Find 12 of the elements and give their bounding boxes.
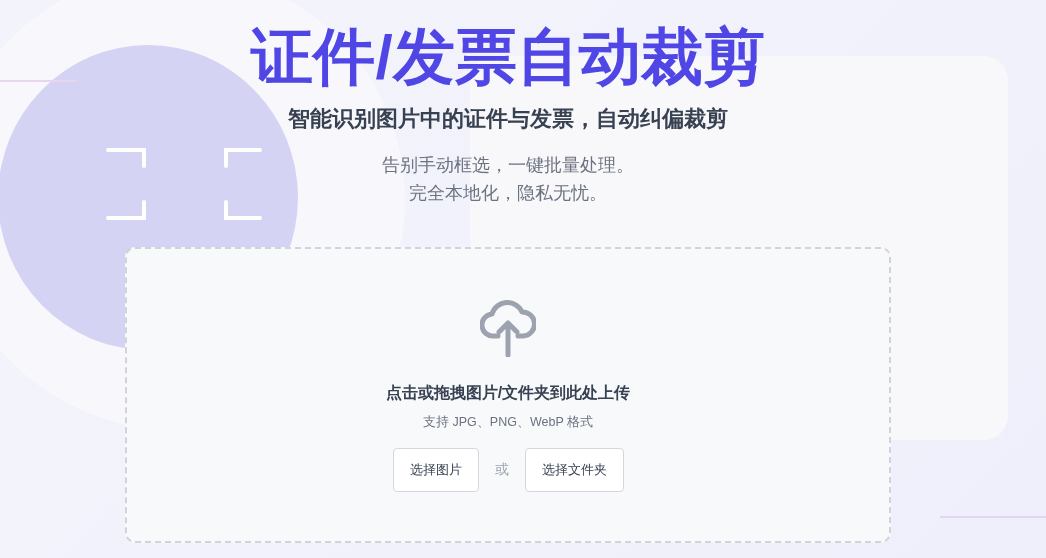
cloud-upload-icon [480,299,536,357]
subtitle: 智能识别图片中的证件与发票，自动纠偏裁剪 [287,105,729,133]
upload-dropzone[interactable]: 点击或拖拽图片/文件夹到此处上传 支持 JPG、PNG、WebP 格式 选择图片 或 选择文件夹 [125,247,891,543]
or-separator: 或 [494,460,509,480]
select-images-button[interactable]: 选择图片 [392,447,479,492]
upload-prompt: 点击或拖拽图片/文件夹到此处上传 [385,383,631,403]
tagline: 告别手动框选，一键批量处理。 [381,154,635,177]
format-hint: 支持 JPG、PNG、WebP 格式 [423,414,593,431]
page-title: 证件/发票自动裁剪 [249,21,766,88]
scan-frame-icon [106,148,263,220]
tagline: 完全本地化，隐私无忧。 [408,182,608,205]
select-folder-button[interactable]: 选择文件夹 [524,447,624,492]
